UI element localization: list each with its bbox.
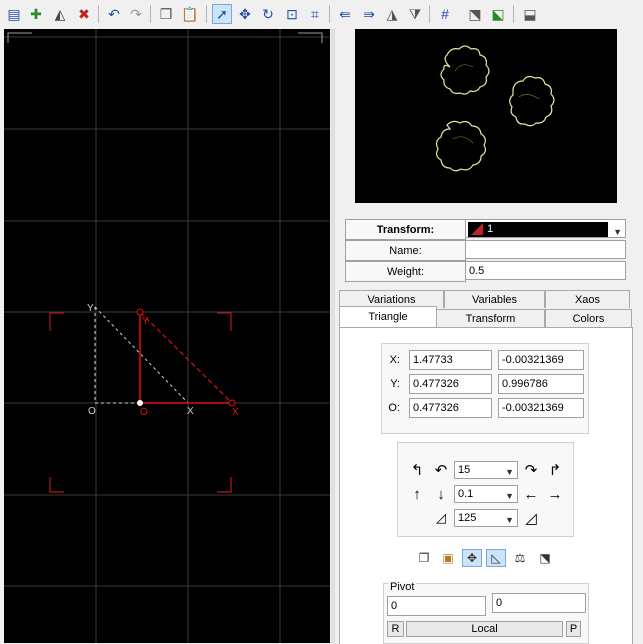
add-transform-icon[interactable]: ✚ bbox=[26, 4, 46, 24]
tab-colors[interactable]: Colors bbox=[545, 309, 632, 327]
duplicate-transform-icon[interactable]: ◭ bbox=[50, 4, 70, 24]
pivot-move-icon[interactable]: ✥ bbox=[462, 549, 482, 567]
y-coord-input-1[interactable]: 0.477326 bbox=[409, 374, 492, 394]
weight-input[interactable]: 0.5 bbox=[465, 261, 626, 280]
x-coord-input-2[interactable]: -0.00321369 bbox=[498, 350, 584, 370]
rotate-left-icon[interactable]: ↶ bbox=[432, 461, 450, 479]
fractal-image bbox=[435, 45, 555, 172]
pivot-mode-button[interactable]: Local bbox=[406, 621, 563, 637]
undo-icon[interactable]: ↶ bbox=[104, 4, 124, 24]
active-triangle bbox=[136, 308, 236, 407]
scale-up-icon[interactable]: ◿ bbox=[522, 509, 540, 527]
balance-icon[interactable]: ⚖ bbox=[510, 549, 530, 567]
paste-triangle-icon[interactable]: ▣ bbox=[438, 549, 458, 567]
step-select[interactable]: 0.1 ▼ bbox=[454, 485, 518, 503]
rotate-right-icon[interactable]: ↷ bbox=[522, 461, 540, 479]
x-coord-input-1[interactable]: 1.47733 bbox=[409, 350, 492, 370]
coordinates-group: X: 1.47733 -0.00321369 Y: 0.477326 0.996… bbox=[381, 343, 589, 434]
transform-select-value: 1 bbox=[487, 223, 494, 235]
pivot-group: Pivot 0 0 R Local P bbox=[383, 581, 589, 644]
tab-triangle[interactable]: Triangle bbox=[339, 306, 437, 327]
scale-value: 125 bbox=[458, 512, 477, 524]
triangle-editor-canvas[interactable]: Y O X Y O X bbox=[4, 29, 330, 643]
rotate-left-90-icon[interactable]: ↰ bbox=[408, 461, 426, 479]
ref-o-label: O bbox=[88, 406, 96, 417]
pivot-y-input[interactable]: 0 bbox=[492, 593, 586, 613]
o-coord-input-1[interactable]: 0.477326 bbox=[409, 398, 492, 418]
scale-mode-icon[interactable]: ⊡ bbox=[282, 4, 302, 24]
chevron-down-icon: ▼ bbox=[505, 515, 514, 525]
scale-select[interactable]: 125 ▼ bbox=[454, 509, 518, 527]
flip-vertical-icon[interactable]: ⧩ bbox=[405, 4, 425, 24]
rotate-right-90-icon[interactable]: ↱ bbox=[546, 461, 564, 479]
rotate-mode-icon[interactable]: ↻ bbox=[258, 4, 278, 24]
move-up-icon[interactable]: ↑ bbox=[408, 485, 426, 503]
pivot-pick-button[interactable]: P bbox=[566, 621, 581, 637]
y-coord-label: Y: bbox=[390, 378, 400, 390]
select-mode-icon[interactable]: ➚ bbox=[212, 4, 232, 24]
y-coord-input-2[interactable]: 0.996786 bbox=[498, 374, 584, 394]
paste-icon[interactable]: 📋 bbox=[180, 4, 200, 24]
pivot-label: Pivot bbox=[388, 581, 417, 593]
move-right-icon[interactable]: → bbox=[546, 485, 564, 503]
x-coord-label: X: bbox=[389, 354, 400, 366]
flip-left-icon[interactable]: ⇚ bbox=[335, 4, 355, 24]
o-coord-label: O: bbox=[388, 402, 400, 414]
redo-icon[interactable]: ↷ bbox=[126, 4, 146, 24]
tab-variables[interactable]: Variables bbox=[444, 290, 545, 308]
pivot-x-input[interactable]: 0 bbox=[387, 596, 486, 616]
final-transform-icon[interactable]: ⬕ bbox=[488, 4, 508, 24]
step-value: 0.1 bbox=[458, 488, 474, 500]
ref-y-label: Y bbox=[87, 303, 94, 314]
angle-select[interactable]: 15 ▼ bbox=[454, 461, 518, 479]
fit-icon[interactable]: ⌗ bbox=[305, 4, 325, 24]
tab-xaos[interactable]: Xaos bbox=[545, 290, 630, 308]
flip-horizontal-icon[interactable]: ◮ bbox=[382, 4, 402, 24]
view-corner-marks bbox=[7, 32, 323, 43]
main-toolbar: ▤ ✚ ◭ ✖ ↶ ↷ ❐ 📋 ➚ ✥ ↻ ⊡ ⌗ ⇚ ⇛ ◮ ⧩ # ⬔ ⬕ … bbox=[0, 0, 643, 28]
panel-splitter[interactable] bbox=[331, 29, 335, 643]
pivot-triangle-icon[interactable]: ◺ bbox=[486, 549, 506, 567]
operations-group: ↰ ↶ 15 ▼ ↷ ↱ ↑ ↓ 0.1 ▼ ← → ◿ 125 ▼ ◿ bbox=[397, 442, 574, 537]
transform-select[interactable]: 1 ▼ bbox=[465, 219, 626, 238]
flip-right-icon[interactable]: ⇛ bbox=[359, 4, 379, 24]
transform-label: Transform: bbox=[345, 219, 466, 240]
pivot-reset-button[interactable]: R bbox=[387, 621, 404, 637]
move-mode-icon[interactable]: ✥ bbox=[235, 4, 255, 24]
tri-y-label: Y bbox=[142, 316, 149, 327]
copy-triangle-icon[interactable]: ❐ bbox=[414, 549, 434, 567]
post-transform-icon[interactable]: ⬔ bbox=[465, 4, 485, 24]
transform-triangle-icon bbox=[471, 223, 483, 235]
editor-grid: Y O X Y O X bbox=[4, 29, 330, 643]
chevron-down-icon: ▼ bbox=[505, 467, 514, 477]
copy-icon[interactable]: ❐ bbox=[156, 4, 176, 24]
weight-label: Weight: bbox=[345, 261, 466, 282]
angle-value: 15 bbox=[458, 464, 471, 476]
preview-area bbox=[337, 29, 640, 211]
tab-transform[interactable]: Transform bbox=[436, 309, 545, 327]
grid-icon[interactable]: # bbox=[435, 4, 455, 24]
ref-x-label: X bbox=[187, 406, 194, 417]
new-flame-icon[interactable]: ▤ bbox=[4, 4, 24, 24]
tri-o-label: O bbox=[140, 407, 148, 418]
post-triangle-icon[interactable]: ⬔ bbox=[535, 549, 555, 567]
tri-x-label: X bbox=[232, 407, 239, 418]
scale-down-icon[interactable]: ◿ bbox=[432, 509, 450, 527]
reset-transform-icon[interactable]: ⬓ bbox=[520, 4, 540, 24]
fractal-preview bbox=[355, 29, 617, 203]
name-label: Name: bbox=[345, 240, 466, 261]
move-left-icon[interactable]: ← bbox=[522, 485, 540, 503]
o-coord-input-2[interactable]: -0.00321369 bbox=[498, 398, 584, 418]
name-input[interactable] bbox=[465, 240, 626, 259]
chevron-down-icon: ▼ bbox=[505, 491, 514, 501]
move-down-icon[interactable]: ↓ bbox=[432, 485, 450, 503]
delete-transform-icon[interactable]: ✖ bbox=[74, 4, 94, 24]
